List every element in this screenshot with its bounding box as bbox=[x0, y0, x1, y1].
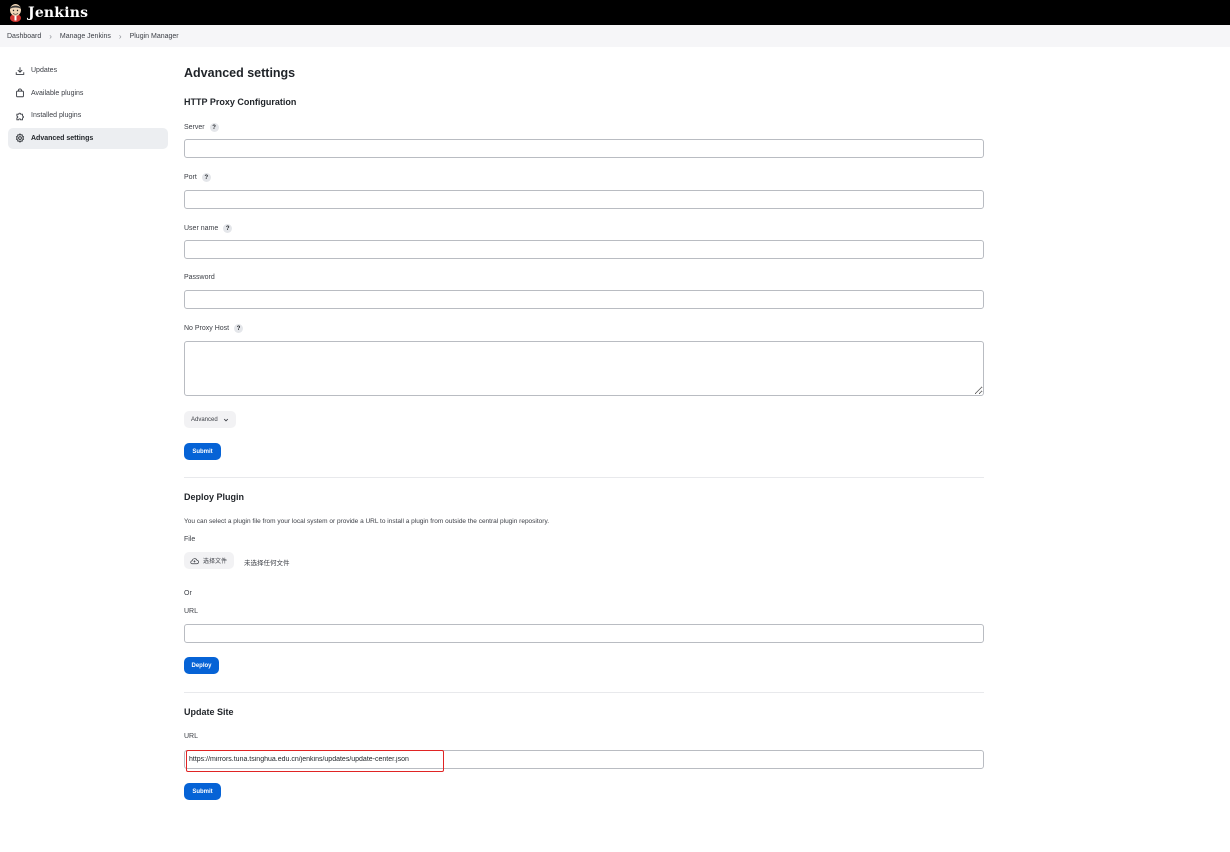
deploy-url-label-text: URL bbox=[184, 608, 199, 615]
server-label-text: Server bbox=[184, 124, 205, 131]
shopping-bag-icon bbox=[14, 88, 25, 99]
username-label-text: User name bbox=[184, 225, 219, 232]
sidebar-item-advanced-settings[interactable]: Advanced settings bbox=[8, 127, 168, 149]
server-input[interactable] bbox=[184, 139, 984, 158]
proxy-submit-button[interactable]: Submit bbox=[184, 443, 221, 460]
deploy-section-heading: Deploy Plugin bbox=[184, 492, 245, 502]
breadcrumb-plugin-manager[interactable]: Plugin Manager bbox=[130, 33, 179, 40]
advanced-button[interactable]: Advanced bbox=[184, 411, 236, 428]
no-proxy-host-textarea[interactable] bbox=[184, 341, 984, 396]
file-label-text: File bbox=[184, 536, 196, 543]
username-label: User name ? bbox=[184, 224, 233, 233]
gear-icon bbox=[14, 133, 25, 144]
password-input[interactable] bbox=[184, 290, 984, 309]
sidebar-item-available-plugins[interactable]: Available plugins bbox=[8, 83, 168, 104]
chevron-down-icon bbox=[223, 418, 228, 422]
sidebar-item-installed-plugins[interactable]: Installed plugins bbox=[8, 105, 168, 126]
help-icon[interactable]: ? bbox=[209, 123, 219, 132]
sidebar: Updates Available plugins Installed plug… bbox=[8, 60, 168, 150]
no-proxy-host-label: No Proxy Host ? bbox=[184, 324, 244, 333]
chevron-right-icon: › bbox=[49, 31, 52, 41]
help-icon[interactable]: ? bbox=[234, 324, 244, 333]
choose-file-label: 选择文件 bbox=[203, 559, 228, 565]
server-label: Server ? bbox=[184, 123, 219, 132]
section-divider bbox=[184, 692, 984, 693]
breadcrumb-manage-jenkins[interactable]: Manage Jenkins bbox=[60, 33, 111, 40]
update-site-heading: Update Site bbox=[184, 707, 234, 717]
breadcrumb: Dashboard › Manage Jenkins › Plugin Mana… bbox=[0, 25, 1230, 47]
help-icon[interactable]: ? bbox=[201, 173, 211, 182]
no-proxy-host-label-text: No Proxy Host bbox=[184, 325, 230, 332]
proxy-section-heading: HTTP Proxy Configuration bbox=[184, 97, 297, 107]
update-site-url-label: URL bbox=[184, 733, 198, 740]
no-file-chosen-text: 未选择任何文件 bbox=[244, 560, 290, 567]
breadcrumb-dashboard[interactable]: Dashboard bbox=[7, 33, 41, 40]
sidebar-item-label: Available plugins bbox=[31, 89, 84, 97]
page-title: Advanced settings bbox=[184, 66, 296, 80]
sidebar-item-label: Installed plugins bbox=[31, 112, 82, 119]
deploy-description: You can select a plugin file from your l… bbox=[184, 518, 550, 525]
brand-name[interactable]: Jenkins bbox=[28, 5, 88, 21]
deploy-button[interactable]: Deploy bbox=[184, 657, 219, 674]
top-header: Jenkins bbox=[0, 0, 1230, 25]
sidebar-item-updates[interactable]: Updates bbox=[8, 60, 168, 81]
password-label: Password bbox=[184, 274, 215, 281]
port-input[interactable] bbox=[184, 190, 984, 209]
choose-file-button[interactable]: 选择文件 bbox=[184, 552, 235, 569]
port-label: Port ? bbox=[184, 173, 211, 182]
or-text: Or bbox=[184, 590, 192, 597]
deploy-url-label: URL bbox=[184, 608, 198, 615]
password-label-text: Password bbox=[184, 274, 215, 281]
update-site-submit-button[interactable]: Submit bbox=[184, 783, 221, 800]
username-input[interactable] bbox=[184, 240, 984, 259]
advanced-button-label: Advanced bbox=[191, 416, 218, 423]
sidebar-item-label: Updates bbox=[31, 67, 58, 74]
section-divider bbox=[184, 477, 984, 478]
update-site-url-input[interactable] bbox=[184, 750, 984, 769]
download-icon bbox=[14, 65, 25, 76]
jenkins-logo-icon[interactable] bbox=[8, 3, 23, 22]
deploy-url-input[interactable] bbox=[184, 624, 984, 643]
chevron-right-icon: › bbox=[118, 31, 122, 41]
puzzle-icon bbox=[14, 110, 25, 121]
update-site-url-label-text: URL bbox=[184, 733, 199, 740]
help-icon[interactable]: ? bbox=[223, 224, 233, 233]
file-label: File bbox=[184, 536, 195, 543]
sidebar-item-label: Advanced settings bbox=[31, 134, 94, 142]
cloud-upload-icon bbox=[190, 557, 199, 564]
port-label-text: Port bbox=[184, 174, 197, 181]
